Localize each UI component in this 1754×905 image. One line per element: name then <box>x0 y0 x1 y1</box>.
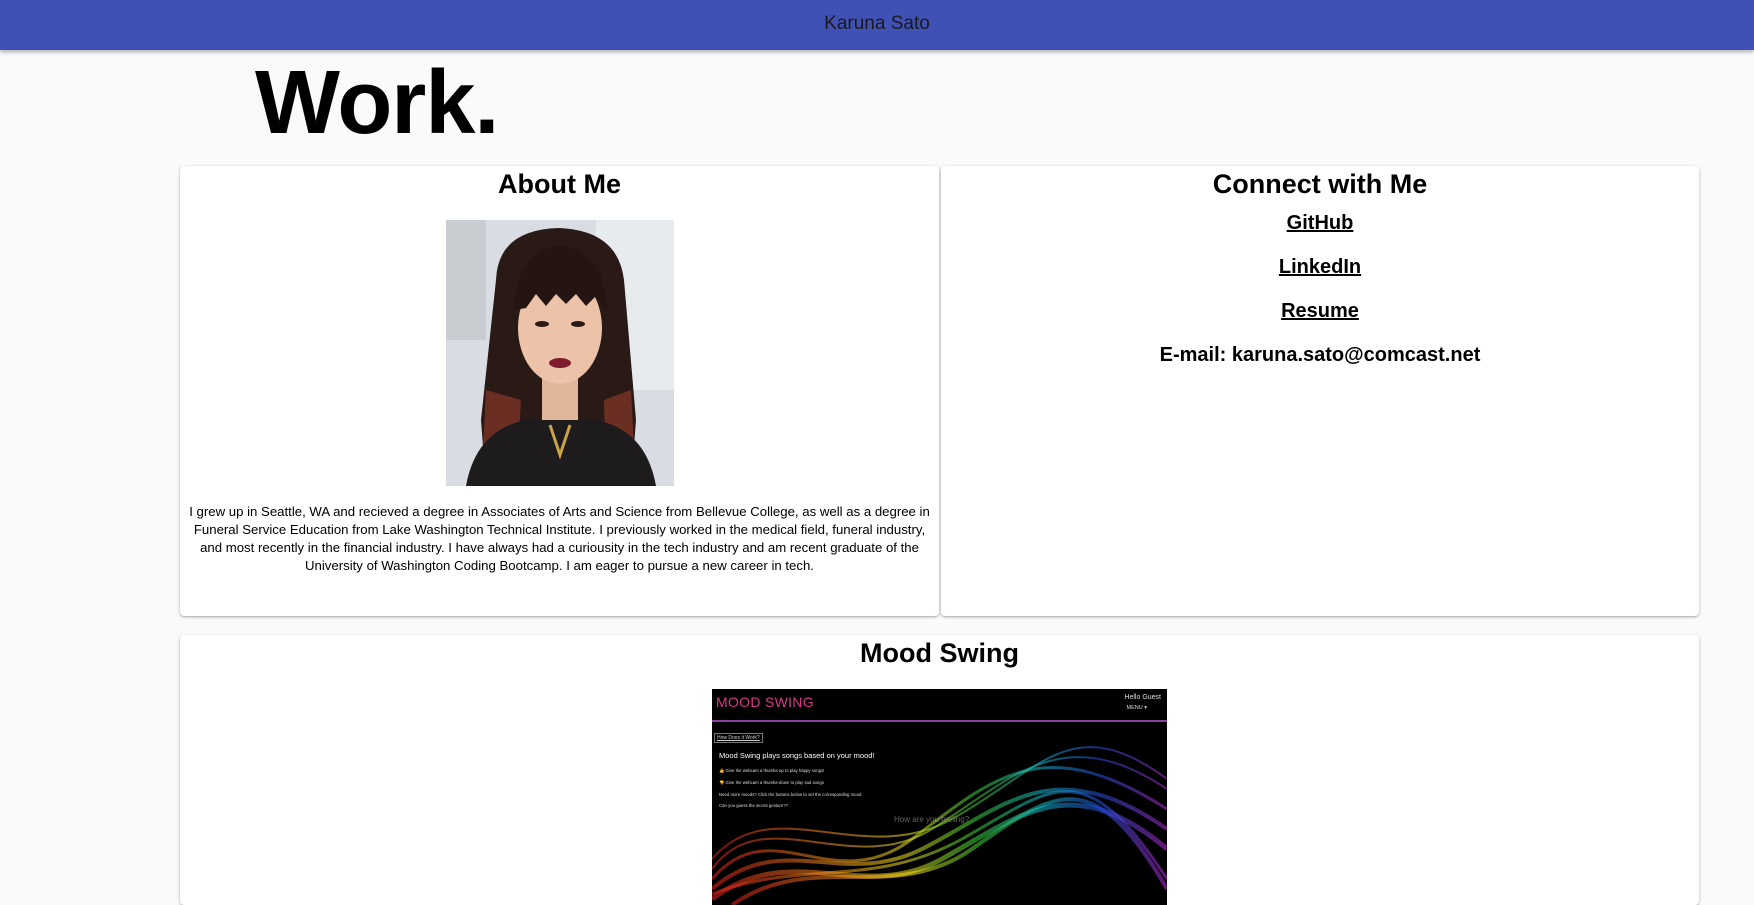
mood-swing-faint-text: How are you feeling? <box>894 815 970 824</box>
about-me-bio: I grew up in Seattle, WA and recieved a … <box>189 504 930 573</box>
mood-swing-panel-title: Mood Swing plays songs based on your moo… <box>719 751 875 760</box>
mood-swing-title: Mood Swing <box>860 638 1019 668</box>
email-text: E-mail: karuna.sato@comcast.net <box>1159 344 1481 366</box>
connect-card: Connect with Me GitHub LinkedIn Resume E… <box>941 166 1699 616</box>
mood-swing-panel-line: 👍 Give the webcam a thumbs-up to play ha… <box>719 768 825 773</box>
mood-swing-card: Mood Swing MOOD SWING Hello Guest MENU ▾… <box>180 635 1699 905</box>
connect-links: GitHub LinkedIn Resume E-mail: karuna.sa… <box>941 211 1699 367</box>
page-heading: Work. <box>255 53 499 153</box>
about-me-title: About Me <box>498 169 621 199</box>
mood-swing-info-panel: Mood Swing plays songs based on your moo… <box>715 747 933 808</box>
github-link[interactable]: GitHub <box>1287 211 1354 235</box>
resume-link[interactable]: Resume <box>1281 299 1359 323</box>
mood-swing-menu: MENU ▾ <box>1126 705 1147 711</box>
app-title: Karuna Sato <box>824 13 930 34</box>
mood-swing-panel-line: 👎 Give the webcam a thumbs-down to play … <box>719 780 824 785</box>
mood-swing-how-link: How Does it Work? <box>714 733 763 743</box>
app-bar: Karuna Sato <box>0 0 1754 50</box>
mood-swing-panel-line: Can you guess the secret gesture?? <box>719 803 789 808</box>
linkedin-link[interactable]: LinkedIn <box>1279 255 1361 279</box>
portrait-photo <box>446 220 674 486</box>
mood-swing-screenshot[interactable]: MOOD SWING Hello Guest MENU ▾ How Does i… <box>712 689 1167 905</box>
mood-swing-panel-line: Need more moods? Click the buttons below… <box>719 792 862 797</box>
mood-swing-divider <box>712 720 1167 722</box>
mood-swing-logo: MOOD SWING <box>716 694 814 710</box>
mood-swing-greeting: Hello Guest <box>1124 694 1161 701</box>
about-me-card: About Me I grew up in Seattle, WA and re… <box>180 166 939 616</box>
connect-title: Connect with Me <box>1212 169 1428 199</box>
